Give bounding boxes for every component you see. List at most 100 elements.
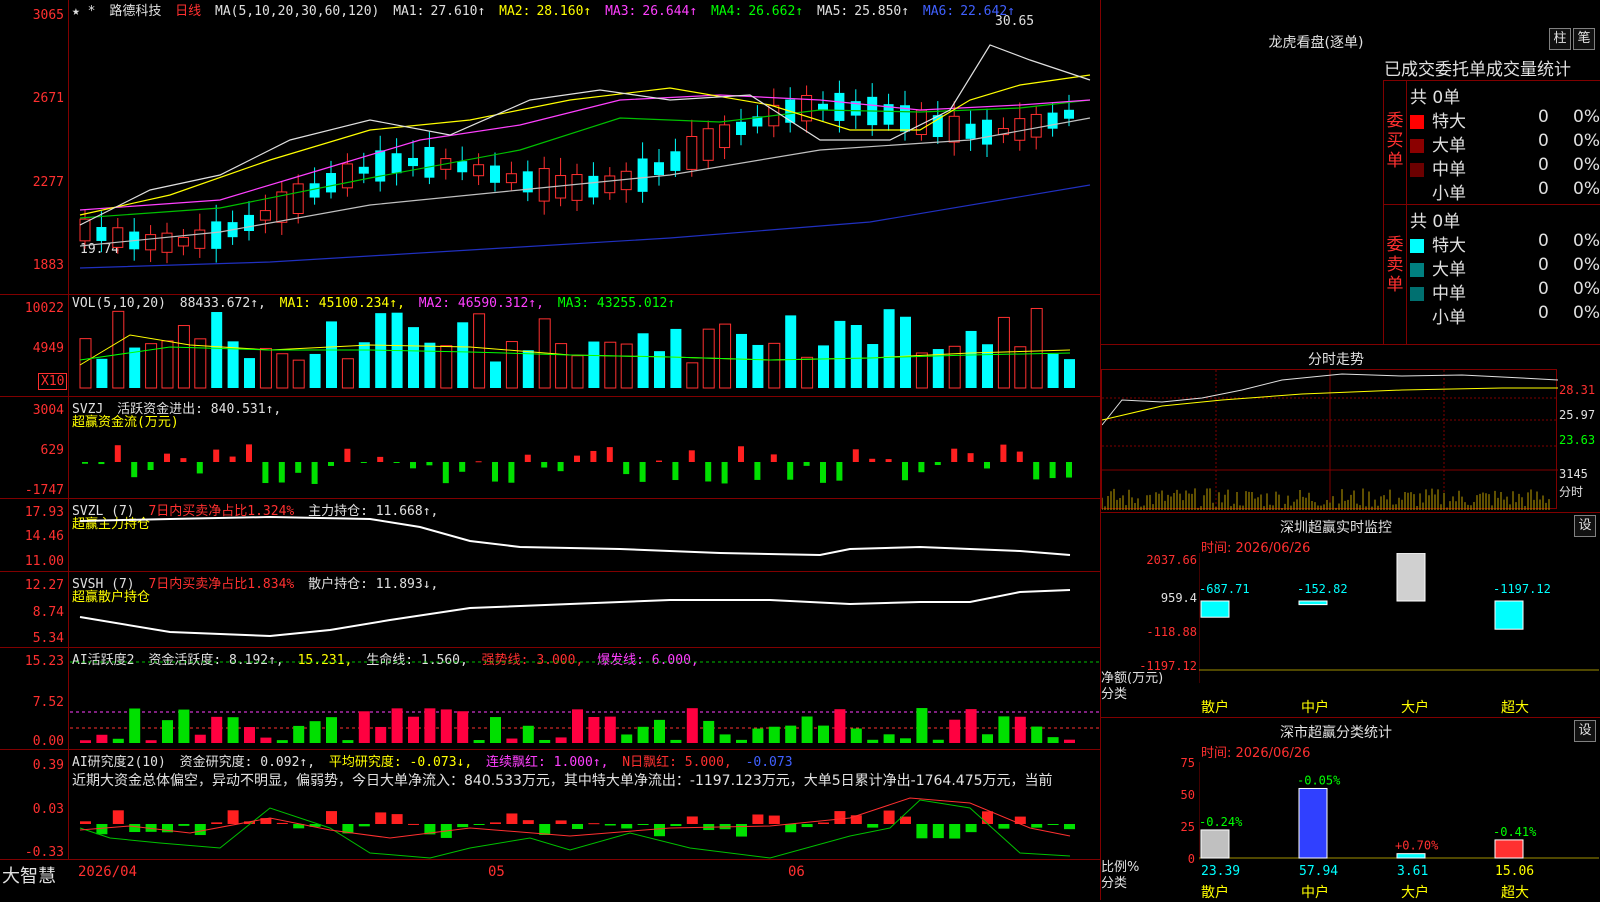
ai-active-bar <box>539 739 551 743</box>
ai-research-panel[interactable]: AI研究度2(10) 资金研究度: 0.092↑, 平均研究度: -0.073↓… <box>0 750 1100 860</box>
candle <box>473 164 485 177</box>
ai-research-bar <box>194 824 206 836</box>
ai-active-bar <box>178 709 190 743</box>
svzj-bar <box>328 462 334 466</box>
ai-active-bar <box>424 708 436 743</box>
candle <box>686 135 698 170</box>
ai-active-bar <box>604 716 616 743</box>
sz-category-change-label: -0.05% <box>1297 773 1341 787</box>
vol-bar <box>670 328 682 388</box>
vol-bar <box>1047 353 1059 388</box>
buy-orders-label: 委买单 <box>1386 111 1404 171</box>
vol-bar <box>326 321 337 388</box>
row-name: 小单 <box>1432 184 1466 204</box>
svzj-bar <box>492 462 498 482</box>
candle <box>736 121 746 135</box>
ai-active-bar <box>506 738 518 743</box>
svzj-bar <box>459 462 466 472</box>
sz-monitor-settings-button[interactable]: 设 <box>1574 515 1596 537</box>
row-pct: 0% <box>1573 279 1600 299</box>
sz-y-label: -118.88 <box>1146 625 1197 639</box>
ai-active-y-label: 0.00 <box>32 734 64 749</box>
svzl-panel[interactable]: SVZL (7) 7日内买卖净占比1.324% 主力持仓: 11.668↑, 超… <box>0 499 1100 572</box>
sz-category-change-label: -0.24% <box>1199 815 1243 829</box>
ai-active-bar <box>949 719 961 743</box>
svzj-bar <box>721 462 728 484</box>
svzj-bar <box>164 453 170 462</box>
candle <box>358 166 369 174</box>
candle <box>259 210 271 221</box>
ai-active-bar <box>162 720 173 743</box>
sz-bar-value-label: -1197.12 <box>1493 582 1551 596</box>
ai-research-bar <box>752 814 764 824</box>
sz-cat-category: 中户 <box>1301 885 1329 901</box>
dragon-tiger-title: 龙虎看盘(逐单) <box>1268 35 1364 51</box>
row-count: 0 <box>1538 303 1549 323</box>
ai-active-bar <box>244 727 255 743</box>
sz-monitor-bar <box>1494 600 1524 630</box>
sz-category-chart: -0.24% -0.05% +0.70% -0.41% <box>1199 762 1599 860</box>
x-axis: 大智慧 2026/04 05 06 <box>0 860 1100 900</box>
candle <box>620 170 632 191</box>
row-name: 大单 <box>1432 136 1466 156</box>
sz-y-label: 959.4 <box>1160 591 1197 605</box>
candle <box>588 175 599 198</box>
sz-category-title: 深市超赢分类统计 <box>1280 725 1392 741</box>
svzj-y-label: 3004 <box>32 403 64 418</box>
svzj-y-label: -1747 <box>24 483 64 498</box>
candlestick-chart[interactable] <box>70 0 1100 295</box>
vol-y-label: 10022 <box>24 301 64 316</box>
svzj-bar <box>820 462 826 483</box>
ai-research-bar <box>604 824 616 826</box>
ai-research-bar <box>670 824 682 827</box>
table-divider <box>1406 81 1407 345</box>
candle <box>965 123 976 139</box>
svzj-bar <box>114 445 121 462</box>
svsh-panel[interactable]: SVSH (7) 7日内买卖净占比1.834% 散户持仓: 11.893↓, 超… <box>0 572 1100 648</box>
svzj-panel[interactable]: SVZJ 活跃资金进出: 840.531↑, 超赢资金流(万元) 3004 62… <box>0 397 1100 499</box>
legend-swatch <box>1410 115 1424 129</box>
ai-continuous-red: 连续飘红: 1.000↑, <box>486 755 609 770</box>
row-count: 0 <box>1538 231 1549 251</box>
row-name: 大单 <box>1432 260 1466 280</box>
ai-research-bar <box>96 824 108 835</box>
vol-bar <box>571 355 584 389</box>
stroke-view-button[interactable]: 笔 <box>1573 28 1595 50</box>
svzj-bar <box>787 462 794 480</box>
bar-view-button[interactable]: 柱 <box>1549 28 1571 50</box>
vol-bar <box>867 344 879 388</box>
svzj-bar <box>606 447 613 462</box>
svzj-bar <box>377 456 384 462</box>
ai-active-bar <box>145 740 157 743</box>
row-pct: 0% <box>1573 155 1600 175</box>
ai-research-bar <box>457 824 469 828</box>
vol-bar <box>505 341 518 389</box>
sz-category-settings-button[interactable]: 设 <box>1574 720 1596 742</box>
price-panel[interactable]: ★ * 路德科技 日线 MA(5,10,20,30,60,120) MA1: 27… <box>0 0 1100 295</box>
volume-panel[interactable]: VOL(5,10,20) 88433.672↑, MA1: 45100.234↑… <box>0 295 1100 397</box>
svzj-bar <box>836 462 843 481</box>
buy-row: 中单 0 0% <box>1410 155 1600 180</box>
svzj-bar <box>672 462 679 481</box>
vol-bar <box>915 352 928 389</box>
sz-category-bar <box>1396 853 1426 859</box>
ai-active-bar <box>342 740 354 743</box>
candle <box>309 183 320 198</box>
svzl-y-label: 17.93 <box>24 505 64 520</box>
svzj-bar <box>1049 462 1056 479</box>
intraday-y-label: 3145 <box>1559 467 1588 481</box>
intraday-chart[interactable] <box>1101 370 1559 510</box>
candle <box>982 119 992 145</box>
row-name: 中单 <box>1432 284 1466 304</box>
x-axis-label: 2026/04 <box>78 864 138 880</box>
ai-active-bar <box>965 709 977 743</box>
ai-research-bar <box>129 824 141 833</box>
ma2-line <box>79 74 1091 216</box>
svzj-bar <box>639 462 646 482</box>
svzj-bar <box>344 448 351 462</box>
intraday-panel[interactable]: 分时走势 28.31 25.97 23.63 3145 分时 <box>1101 345 1600 513</box>
svzj-bar <box>475 461 482 463</box>
ai-active-bar <box>1014 716 1026 743</box>
ai-active-panel[interactable]: AI活跃度2 资金活跃度: 8.192↑, 15.231, 生命线: 1.560… <box>0 648 1100 750</box>
ai-active-bar <box>227 717 239 743</box>
